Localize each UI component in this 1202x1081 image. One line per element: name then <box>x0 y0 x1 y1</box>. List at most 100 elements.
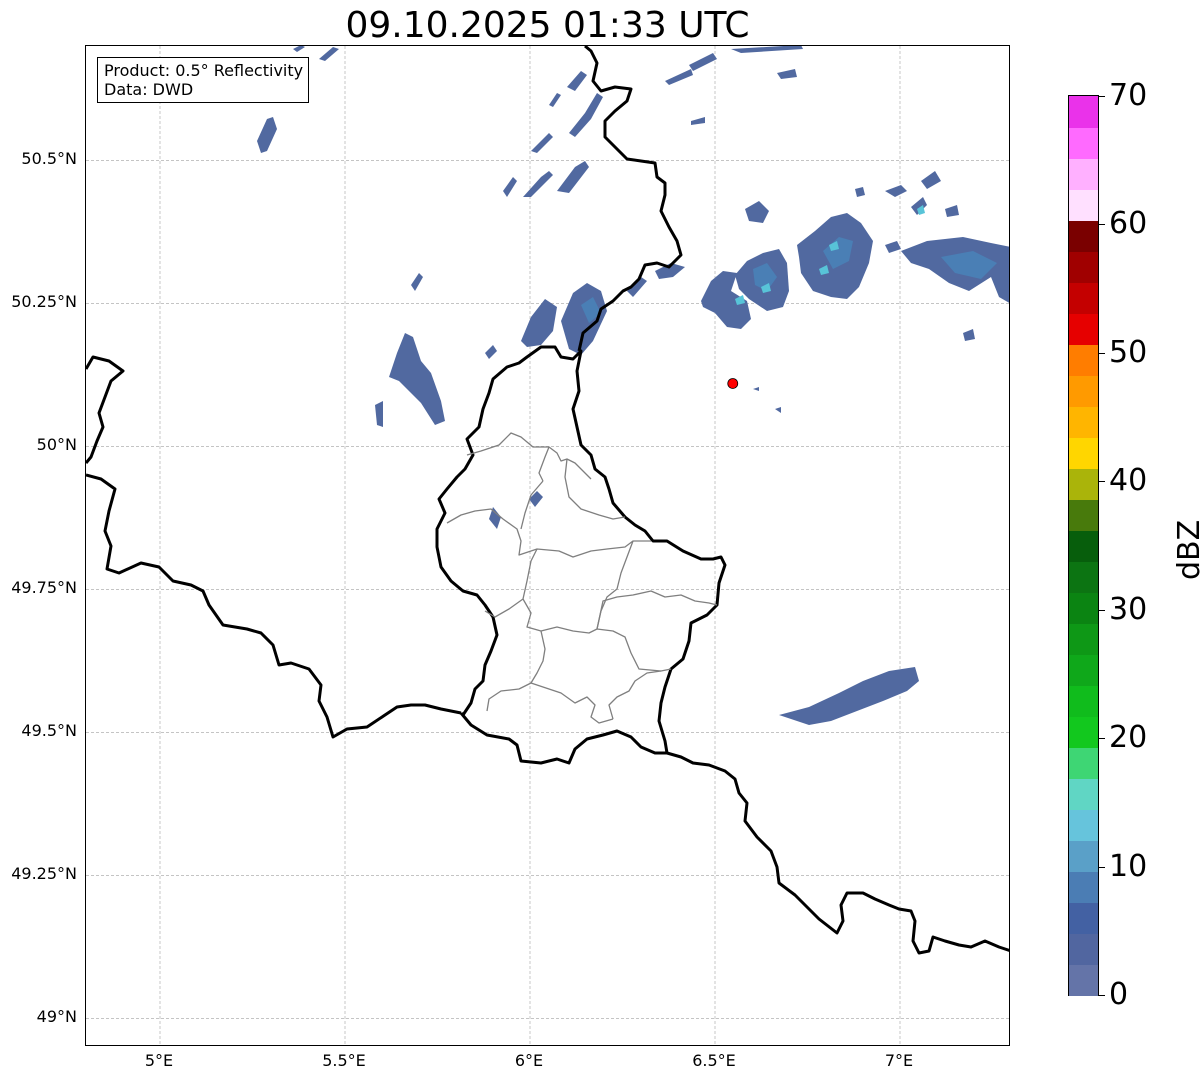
lat-tick-label: 50.5°N <box>21 149 77 169</box>
colorbar-segment <box>1069 747 1098 779</box>
canton-boundary <box>608 670 662 720</box>
colorbar-segment <box>1069 437 1098 469</box>
colorbar-segment <box>1069 96 1098 128</box>
colorbar-segment <box>1069 840 1098 872</box>
echo-cell <box>485 345 497 359</box>
echo-cell <box>779 667 919 725</box>
echo-cell <box>549 93 561 107</box>
echo-cell <box>561 283 607 355</box>
colorbar-segment <box>1069 654 1098 686</box>
echo-cell <box>503 177 517 197</box>
canton-boundary <box>538 446 550 482</box>
colorbar <box>1068 95 1099 996</box>
colorbar-tick <box>1099 866 1105 868</box>
colorbar-segment <box>1069 251 1098 283</box>
canton-boundary <box>486 630 546 712</box>
lat-tick-label: 49.25°N <box>11 864 77 884</box>
border-west <box>86 355 125 464</box>
echo-cell <box>375 401 383 427</box>
echo-cell <box>411 273 423 291</box>
colorbar-segment <box>1069 933 1098 965</box>
colorbar-segment <box>1069 592 1098 624</box>
lon-tick-label: 5°E <box>144 1051 174 1070</box>
lon-tick-label: 6°E <box>514 1051 544 1070</box>
colorbar-segment <box>1069 561 1098 593</box>
colorbar-tick <box>1099 609 1105 611</box>
colorbar-segment <box>1069 716 1098 748</box>
border-france-belgium <box>86 473 462 739</box>
colorbar-segment <box>1069 499 1098 531</box>
colorbar-segment <box>1069 468 1098 500</box>
colorbar-segment <box>1069 158 1098 190</box>
colorbar-tick <box>1099 96 1105 97</box>
echo-cell <box>731 46 803 53</box>
echo-cell <box>691 117 705 125</box>
colorbar-tick <box>1099 481 1105 483</box>
colorbar-tick-label: 0 <box>1109 977 1129 1012</box>
echo-cell <box>775 407 781 413</box>
lat-tick-label: 49.75°N <box>11 578 77 598</box>
lon-tick-label: 5.5°E <box>322 1051 366 1070</box>
canton-boundary <box>530 682 614 724</box>
colorbar-segment <box>1069 406 1098 438</box>
colorbar-segment <box>1069 685 1098 717</box>
lon-tick-label: 6.5°E <box>692 1051 736 1070</box>
colorbar-tick <box>1099 995 1105 996</box>
colorbar-tick <box>1099 224 1105 226</box>
lat-tick-label: 49°N <box>36 1007 77 1027</box>
lat-tick-label: 50.25°N <box>11 292 77 312</box>
colorbar-segment <box>1069 871 1098 903</box>
echo-cell <box>689 53 717 71</box>
colorbar-segment <box>1069 127 1098 159</box>
echo-cell <box>921 171 941 189</box>
echo-cell <box>963 329 975 341</box>
colorbar-tick-label: 60 <box>1109 206 1148 242</box>
echo-cell <box>745 201 769 223</box>
canton-boundary <box>596 540 634 630</box>
echo-cell <box>521 299 557 347</box>
echo-cell <box>293 46 305 52</box>
border-south <box>459 712 1009 955</box>
lat-tick-label: 50°N <box>36 435 77 455</box>
canton-boundary <box>596 590 718 630</box>
radar-site-dot <box>727 378 739 389</box>
border-luxembourg <box>435 345 727 754</box>
colorbar-tick-label: 30 <box>1109 591 1148 627</box>
canton-boundary <box>446 508 651 558</box>
echo-cell <box>531 133 553 153</box>
colorbar-tick-label: 50 <box>1109 334 1148 370</box>
colorbar-tick-label: 10 <box>1109 848 1148 884</box>
echo-cell <box>885 185 907 197</box>
lon-tick-label: 7°E <box>884 1051 914 1070</box>
lat-tick-label: 49.5°N <box>21 721 77 741</box>
country-borders <box>86 46 1009 955</box>
canton-boundary <box>520 480 544 530</box>
data-source-label: Data: DWD <box>104 80 194 99</box>
echo-cell <box>489 507 501 529</box>
colorbar-segment <box>1069 282 1098 314</box>
colorbar-segment <box>1069 778 1098 810</box>
colorbar-tick <box>1099 352 1105 354</box>
echo-cell <box>529 491 543 507</box>
echo-cell <box>885 241 901 253</box>
colorbar-segment <box>1069 313 1098 345</box>
colorbar-segment <box>1069 220 1098 252</box>
echo-cell <box>257 117 277 153</box>
colorbar-tick-label: 70 <box>1109 78 1148 113</box>
product-info-box: Product: 0.5° Reflectivity Data: DWD <box>97 57 310 103</box>
canton-boundary <box>484 548 538 618</box>
colorbar-segment <box>1069 375 1098 407</box>
product-label: Product: 0.5° Reflectivity <box>104 61 304 80</box>
colorbar-segment <box>1069 809 1098 841</box>
echo-cell <box>523 171 553 197</box>
echo-cell <box>557 161 589 193</box>
radar-site-marker <box>727 378 739 389</box>
reflectivity-echoes <box>257 46 1009 725</box>
colorbar-tick-label: 40 <box>1109 463 1148 499</box>
echo-cell <box>665 69 693 85</box>
echo-cell <box>389 333 445 425</box>
admin-boundaries <box>446 432 718 724</box>
map-canvas <box>86 46 1009 1045</box>
radar-map[interactable] <box>85 45 1010 1046</box>
echo-cell <box>945 205 959 217</box>
